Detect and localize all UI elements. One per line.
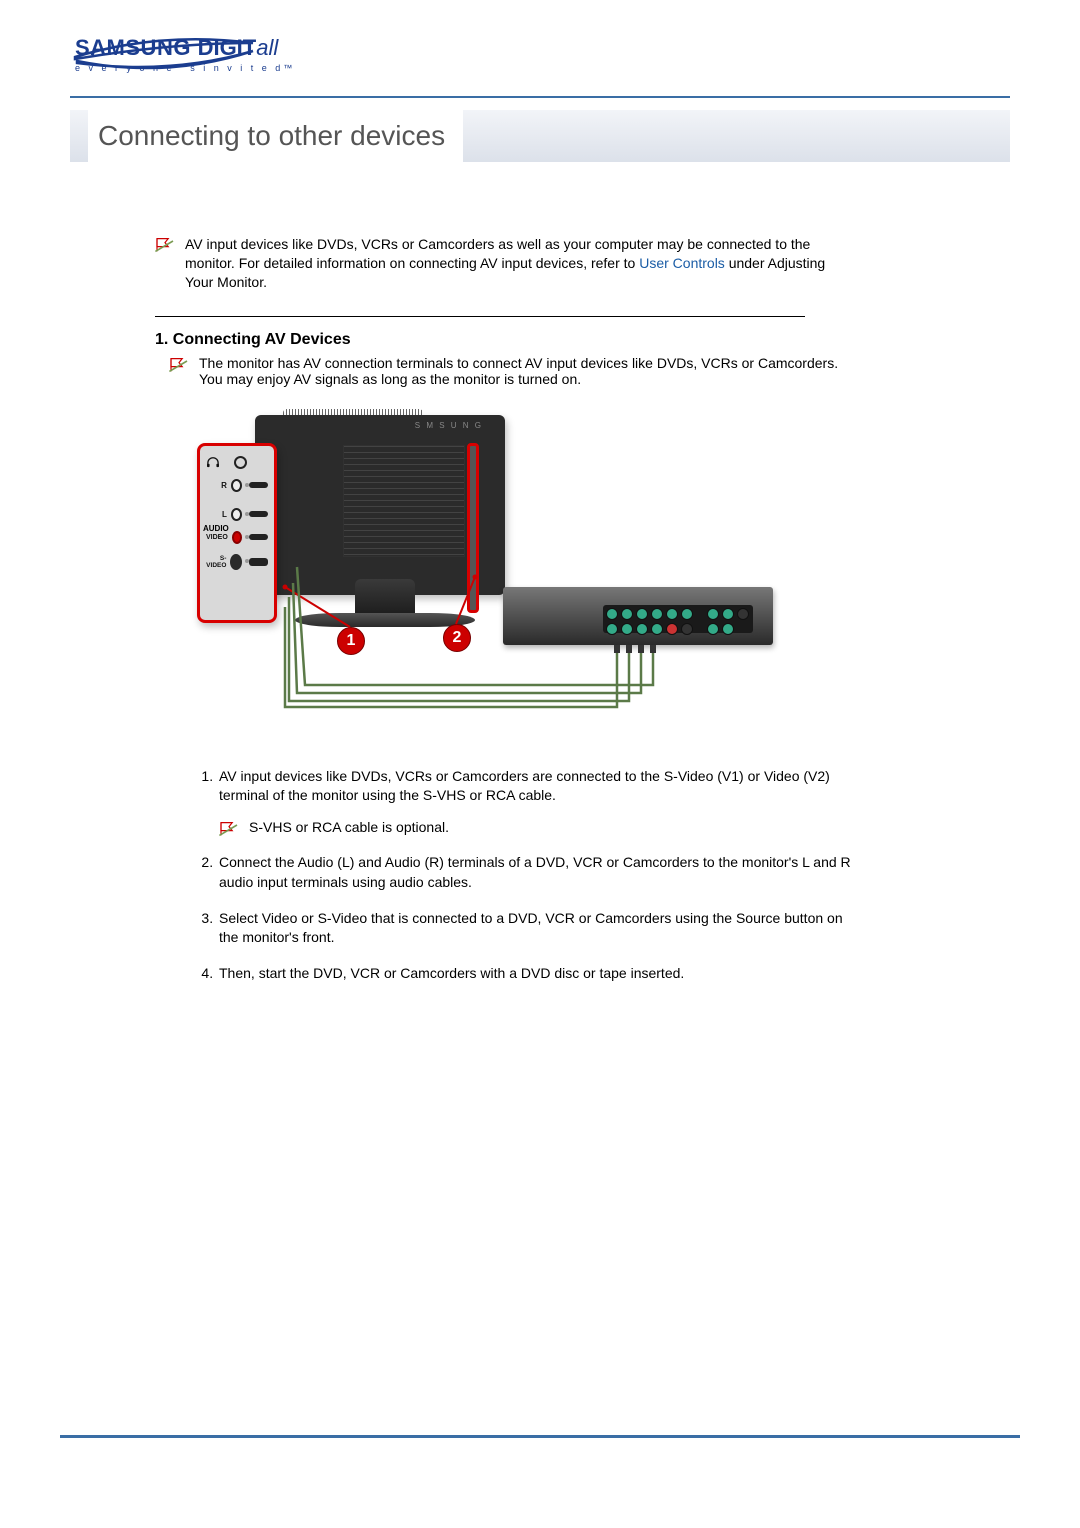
step-3: Select Video or S-Video that is connecte…: [217, 909, 855, 948]
svideo-plug-icon: [249, 558, 268, 566]
port-label-l: L: [206, 510, 227, 519]
logo-text-all: all: [256, 35, 278, 60]
section-description: The monitor has AV connection terminals …: [199, 355, 855, 387]
optional-note-text: S-VHS or RCA cable is optional.: [249, 818, 449, 838]
user-controls-link[interactable]: User Controls: [639, 255, 725, 271]
page-title: Connecting to other devices: [98, 120, 445, 152]
flag-icon: [155, 237, 175, 253]
title-banner: Connecting to other devices: [70, 110, 1010, 162]
flag-icon: [169, 357, 189, 373]
step-2: Connect the Audio (L) and Audio (R) term…: [217, 853, 855, 892]
step-1: AV input devices like DVDs, VCRs or Camc…: [217, 767, 855, 838]
section-heading: 1. Connecting AV Devices: [155, 331, 855, 349]
svideo-jack-icon: [230, 554, 242, 570]
rca-plug-icon: [249, 511, 268, 517]
rca-plug-icon: [249, 534, 268, 540]
intro-note: AV input devices like DVDs, VCRs or Camc…: [155, 235, 855, 292]
port-label-video: VIDEO: [206, 534, 228, 541]
av-port-panel: R AUDIO L VIDEO S-VIDEO: [197, 443, 277, 623]
step-4: Then, start the DVD, VCR or Camcorders w…: [217, 964, 855, 984]
headphone-jack-icon: [234, 456, 247, 469]
section-description-row: The monitor has AV connection terminals …: [169, 355, 855, 387]
audio-r-jack-icon: [231, 479, 242, 492]
flag-icon: [219, 821, 239, 837]
headphone-icon: [206, 456, 220, 468]
port-label-audio: AUDIO: [203, 524, 229, 533]
video-jack-icon: [232, 531, 242, 544]
logo-text-samsung: SAMSUNG: [75, 35, 198, 60]
brand-logo: SAMSUNG DIGITall e v e r y o n e ' s i n…: [75, 35, 295, 73]
bottom-divider: [60, 1435, 1020, 1438]
logo-text-digit: DIGIT: [198, 35, 257, 60]
section-divider: [155, 316, 805, 317]
optional-note: S-VHS or RCA cable is optional.: [219, 818, 855, 838]
logo-tagline: e v e r y o n e ' s i n v i t e d™: [75, 63, 295, 73]
port-label-r: R: [206, 481, 227, 490]
top-divider: [70, 96, 1010, 98]
audio-l-jack-icon: [231, 508, 242, 521]
connection-diagram: S M S U N G R: [185, 407, 785, 737]
port-label-svideo: S-VIDEO: [206, 555, 226, 569]
rca-plug-icon: [249, 482, 268, 488]
steps-list: AV input devices like DVDs, VCRs or Camc…: [177, 767, 855, 984]
